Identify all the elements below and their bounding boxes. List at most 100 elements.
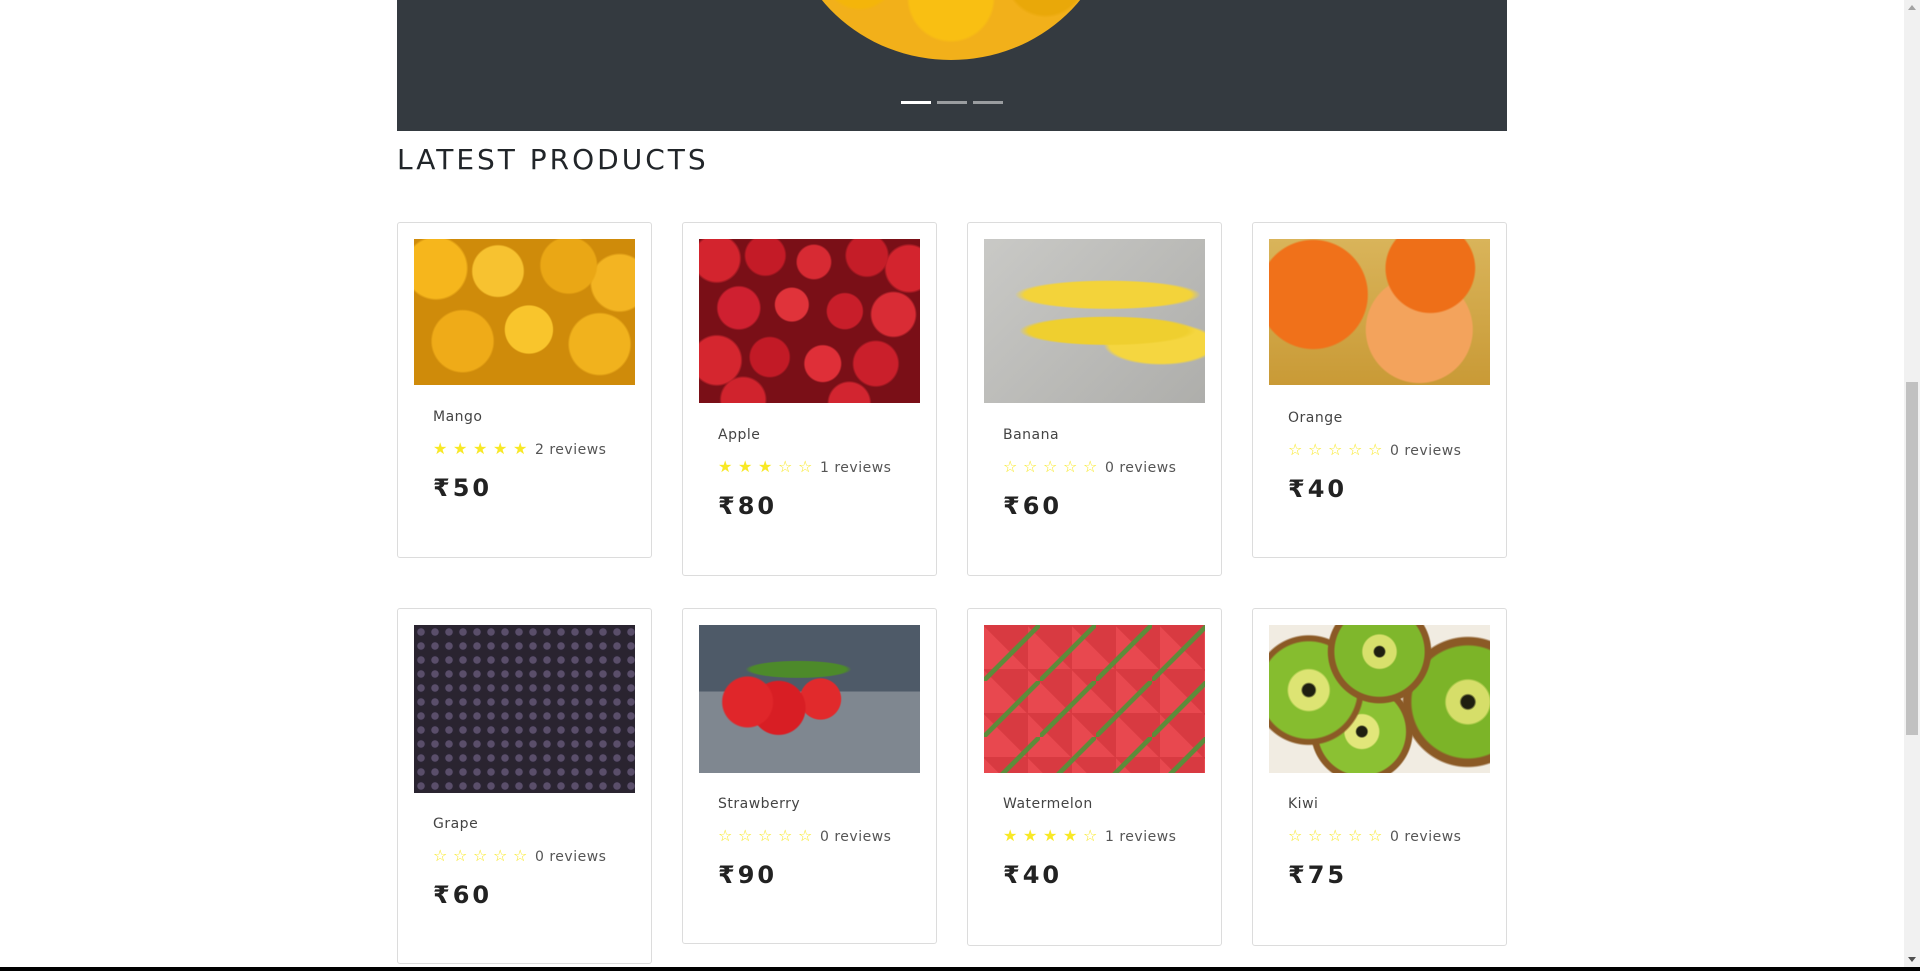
carousel-indicators [901, 101, 1003, 104]
product-price: ₹90 [718, 861, 778, 889]
star-outline-icon: ☆ [1348, 440, 1363, 459]
product-image[interactable] [1269, 625, 1490, 773]
star-outline-icon: ☆ [1043, 457, 1058, 476]
review-count: 0 reviews [1105, 459, 1177, 476]
product-rating: ☆ ☆ ☆ ☆ ☆ 0 reviews [1288, 442, 1496, 459]
carousel-indicator-3[interactable] [973, 101, 1003, 104]
rating-stars: ★ ★ ★ ☆ ☆ [718, 459, 818, 476]
star-outline-icon: ☆ [758, 826, 773, 845]
carousel-indicator-1[interactable] [901, 101, 931, 104]
star-outline-icon: ☆ [1328, 826, 1343, 845]
product-name[interactable]: Watermelon [1003, 795, 1211, 813]
star-outline-icon: ☆ [1288, 826, 1303, 845]
star-outline-icon: ☆ [1308, 826, 1323, 845]
review-count: 1 reviews [820, 459, 892, 476]
product-name[interactable]: Strawberry [718, 795, 926, 813]
star-outline-icon: ☆ [778, 826, 793, 845]
star-filled-icon: ★ [718, 457, 733, 476]
rating-stars: ★ ★ ★ ★ ☆ [1003, 828, 1103, 845]
product-name[interactable]: Kiwi [1288, 795, 1496, 813]
review-count: 0 reviews [535, 848, 607, 865]
star-outline-icon: ☆ [1328, 440, 1343, 459]
rating-stars: ☆ ☆ ☆ ☆ ☆ [1003, 459, 1103, 476]
rating-stars: ☆ ☆ ☆ ☆ ☆ [1288, 442, 1388, 459]
product-rating: ☆ ☆ ☆ ☆ ☆ 0 reviews [433, 848, 641, 865]
star-outline-icon: ☆ [433, 846, 448, 865]
star-outline-icon: ☆ [473, 846, 488, 865]
star-filled-icon: ★ [738, 457, 753, 476]
product-name[interactable]: Apple [718, 426, 926, 444]
star-outline-icon: ☆ [1083, 457, 1098, 476]
product-card[interactable]: Banana ☆ ☆ ☆ ☆ ☆ 0 reviews ₹60 [967, 222, 1222, 576]
carousel-product-image[interactable] [788, 0, 1114, 60]
product-carousel[interactable] [397, 0, 1507, 131]
star-outline-icon: ☆ [798, 826, 813, 845]
rating-stars: ★ ★ ★ ★ ★ [433, 441, 533, 458]
product-name[interactable]: Orange [1288, 409, 1496, 427]
star-filled-icon: ★ [1043, 826, 1058, 845]
star-filled-icon: ★ [513, 439, 528, 458]
product-rating: ☆ ☆ ☆ ☆ ☆ 0 reviews [1288, 828, 1496, 845]
star-outline-icon: ☆ [1368, 826, 1383, 845]
star-outline-icon: ☆ [453, 846, 468, 865]
product-card[interactable]: Kiwi ☆ ☆ ☆ ☆ ☆ 0 reviews ₹75 [1252, 608, 1507, 946]
product-rating: ★ ★ ★ ★ ★ 2 reviews [433, 441, 641, 458]
product-image[interactable] [984, 625, 1205, 773]
window-bottom-edge [0, 967, 1920, 971]
star-outline-icon: ☆ [1368, 440, 1383, 459]
star-filled-icon: ★ [1023, 826, 1038, 845]
product-card[interactable]: Watermelon ★ ★ ★ ★ ☆ 1 reviews ₹40 [967, 608, 1222, 946]
product-image[interactable] [699, 625, 920, 773]
product-rating: ☆ ☆ ☆ ☆ ☆ 0 reviews [1003, 459, 1211, 476]
scrollbar-thumb[interactable] [1906, 382, 1918, 735]
product-card[interactable]: Apple ★ ★ ★ ☆ ☆ 1 reviews ₹80 [682, 222, 937, 576]
product-name[interactable]: Mango [433, 408, 641, 426]
star-filled-icon: ★ [1063, 826, 1078, 845]
product-rating: ☆ ☆ ☆ ☆ ☆ 0 reviews [718, 828, 926, 845]
rating-stars: ☆ ☆ ☆ ☆ ☆ [433, 848, 533, 865]
product-name[interactable]: Grape [433, 815, 641, 833]
product-image[interactable] [414, 239, 635, 385]
star-outline-icon: ☆ [493, 846, 508, 865]
star-filled-icon: ★ [493, 439, 508, 458]
product-rating: ★ ★ ★ ☆ ☆ 1 reviews [718, 459, 926, 476]
product-image[interactable] [984, 239, 1205, 403]
star-filled-icon: ★ [758, 457, 773, 476]
product-rating: ★ ★ ★ ★ ☆ 1 reviews [1003, 828, 1211, 845]
star-outline-icon: ☆ [1288, 440, 1303, 459]
page: LATEST PRODUCTS Mango ★ ★ ★ ★ ★ 2 reviews ₹5… [0, 0, 1904, 967]
star-outline-icon: ☆ [1083, 826, 1098, 845]
product-card[interactable]: Orange ☆ ☆ ☆ ☆ ☆ 0 reviews ₹40 [1252, 222, 1507, 558]
product-card[interactable]: Strawberry ☆ ☆ ☆ ☆ ☆ 0 reviews ₹90 [682, 608, 937, 944]
product-card[interactable]: Grape ☆ ☆ ☆ ☆ ☆ 0 reviews ₹60 [397, 608, 652, 964]
review-count: 0 reviews [1390, 442, 1462, 459]
product-image[interactable] [699, 239, 920, 403]
scroll-up-arrow-icon[interactable] [1908, 5, 1916, 10]
product-price: ₹80 [718, 492, 778, 520]
star-filled-icon: ★ [433, 439, 448, 458]
star-filled-icon: ★ [1003, 826, 1018, 845]
product-price: ₹75 [1288, 861, 1348, 889]
star-outline-icon: ☆ [1003, 457, 1018, 476]
scroll-down-arrow-icon[interactable] [1908, 957, 1916, 962]
star-outline-icon: ☆ [1063, 457, 1078, 476]
product-image[interactable] [1269, 239, 1490, 385]
product-price: ₹50 [433, 474, 493, 502]
star-outline-icon: ☆ [513, 846, 528, 865]
review-count: 0 reviews [820, 828, 892, 845]
star-outline-icon: ☆ [1023, 457, 1038, 476]
star-outline-icon: ☆ [718, 826, 733, 845]
product-image[interactable] [414, 625, 635, 793]
star-outline-icon: ☆ [1308, 440, 1323, 459]
carousel-indicator-2[interactable] [937, 101, 967, 104]
star-outline-icon: ☆ [738, 826, 753, 845]
product-card[interactable]: Mango ★ ★ ★ ★ ★ 2 reviews ₹50 [397, 222, 652, 558]
product-price: ₹40 [1288, 475, 1348, 503]
product-name[interactable]: Banana [1003, 426, 1211, 444]
star-outline-icon: ☆ [1348, 826, 1363, 845]
rating-stars: ☆ ☆ ☆ ☆ ☆ [1288, 828, 1388, 845]
product-price: ₹60 [1003, 492, 1063, 520]
star-filled-icon: ★ [473, 439, 488, 458]
vertical-scrollbar[interactable] [1904, 0, 1920, 967]
star-outline-icon: ☆ [778, 457, 793, 476]
